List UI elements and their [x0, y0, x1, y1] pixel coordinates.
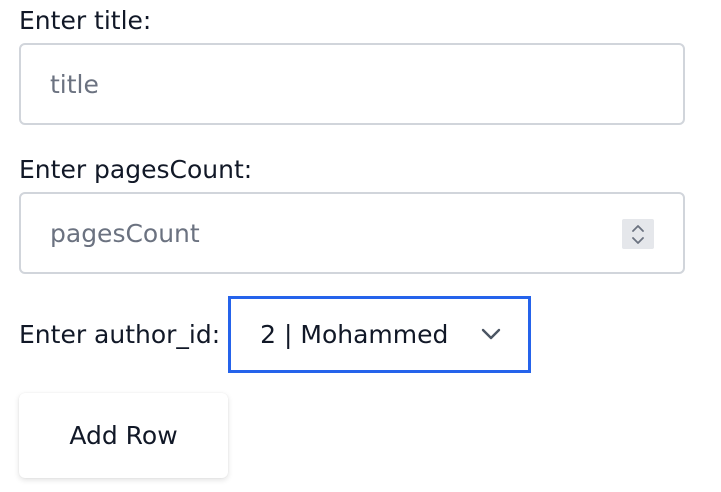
- title-label: Enter title:: [19, 6, 152, 35]
- pages-count-field-container: [19, 192, 685, 274]
- number-spinner-icon[interactable]: [622, 219, 654, 249]
- title-input[interactable]: [21, 45, 683, 123]
- author-id-select[interactable]: 2 | Mohammed: [228, 296, 532, 373]
- add-row-button[interactable]: Add Row: [19, 393, 228, 478]
- spinner-up-icon[interactable]: [631, 224, 645, 233]
- chevron-down-icon: [481, 328, 501, 340]
- add-book-form: Enter title: Enter pagesCount: Enter aut…: [0, 0, 721, 492]
- spinner-down-icon[interactable]: [631, 236, 645, 245]
- pages-count-input[interactable]: [21, 194, 683, 272]
- author-row: Enter author_id: 2 | Mohammed: [19, 296, 532, 373]
- title-field-container: [19, 43, 685, 125]
- author-id-selected-value: 2 | Mohammed: [260, 320, 449, 349]
- author-id-label: Enter author_id:: [19, 319, 221, 349]
- pages-count-label: Enter pagesCount:: [19, 155, 253, 184]
